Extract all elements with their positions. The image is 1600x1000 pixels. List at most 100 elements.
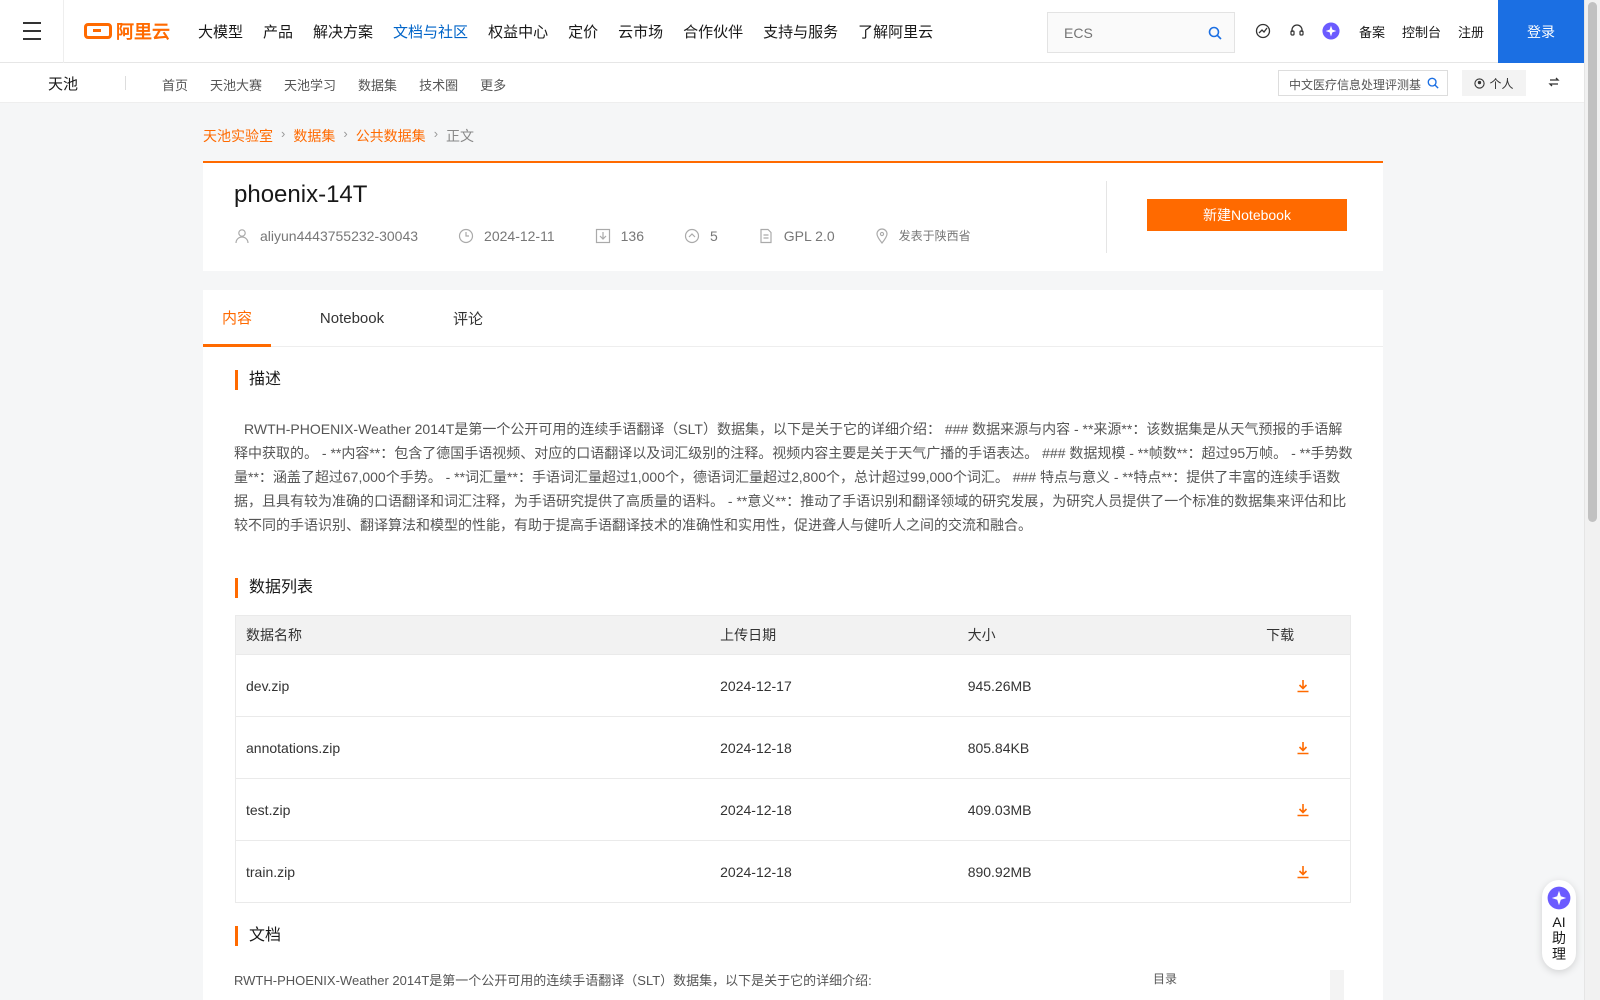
register-link[interactable]: 注册 [1458, 22, 1484, 41]
nav-item-marketplace[interactable]: 云市场 [618, 21, 663, 42]
hamburger-icon [22, 19, 41, 43]
description-text: RWTH-PHOENIX-Weather 2014T是第一个公开可用的连续手语翻… [234, 421, 1353, 533]
headset-icon[interactable] [1288, 22, 1306, 40]
tianchi-search-input[interactable]: 中文医疗信息处理评测基 [1278, 70, 1448, 96]
chevron-right-icon: › [281, 126, 286, 141]
meta-license: GPL 2.0 [758, 228, 835, 244]
location-text: 发表于陕西省 [898, 229, 971, 243]
subnav-tech-circle[interactable]: 技术圈 [419, 75, 458, 94]
col-date-header: 上传日期 [720, 627, 777, 643]
download-icon [1297, 865, 1309, 878]
file-name: train.zip [246, 863, 296, 880]
breadcrumb-public-datasets[interactable]: 公共数据集 [356, 126, 426, 146]
file-size: 805.84KB [967, 739, 1030, 756]
file-name: test.zip [246, 801, 291, 818]
publish-date: 2024-12-11 [484, 227, 555, 244]
tab-notebook[interactable]: Notebook [271, 290, 433, 347]
header-divider [1106, 181, 1107, 253]
table-row: test.zip 2024-12-18 409.03MB [236, 778, 1350, 840]
dashboard-icon[interactable] [1254, 22, 1272, 40]
download-icon [1297, 741, 1309, 754]
global-search-input[interactable] [1064, 24, 1194, 41]
content-tabs: 内容 Notebook 评论 [203, 290, 1383, 347]
meta-location: 发表于陕西省 [875, 227, 971, 244]
nav-item-solutions[interactable]: 解决方案 [313, 21, 373, 42]
meta-downloads: 136 [595, 228, 644, 244]
license-icon [758, 228, 774, 244]
download-button[interactable] [1250, 741, 1350, 755]
dataset-header: phoenix-14T aliyun4443755232-30043 2024-… [203, 161, 1383, 271]
file-date: 2024-12-18 [720, 863, 792, 880]
breadcrumb-lab[interactable]: 天池实验室 [203, 126, 273, 146]
nav-item-pricing[interactable]: 定价 [568, 21, 598, 42]
col-download-header: 下载 [1266, 627, 1295, 643]
col-name-header: 数据名称 [246, 627, 302, 643]
toc-button[interactable]: 目录 [1153, 970, 1177, 987]
breadcrumb-datasets[interactable]: 数据集 [293, 126, 335, 146]
user-circle-icon [1474, 77, 1486, 89]
document-preview: RWTH-PHOENIX-Weather 2014T是第一个公开可用的连续手语翻… [203, 970, 1383, 1000]
switch-icon[interactable] [1548, 75, 1560, 93]
subnav-learning[interactable]: 天池学习 [284, 75, 336, 94]
subnav-home[interactable]: 首页 [162, 75, 188, 94]
document-scrollbar[interactable] [1330, 970, 1344, 1000]
download-button[interactable] [1250, 803, 1350, 817]
file-date: 2024-12-18 [720, 739, 792, 756]
file-size: 409.03MB [967, 801, 1032, 818]
datalist-heading: 数据列表 [235, 578, 313, 598]
tab-content[interactable]: 内容 [203, 290, 271, 347]
col-size-header: 大小 [967, 627, 996, 643]
nav-item-partners[interactable]: 合作伙伴 [683, 21, 743, 42]
subnav-competitions[interactable]: 天池大赛 [210, 75, 262, 94]
login-button[interactable]: 登录 [1498, 0, 1584, 63]
nav-item-about[interactable]: 了解阿里云 [858, 21, 933, 42]
subnav-datasets[interactable]: 数据集 [358, 75, 397, 94]
nav-item-docs-community[interactable]: 文档与社区 [393, 21, 468, 42]
content-panel: 内容 Notebook 评论 描述 RWTH-PHOENIX-Weather 2… [203, 290, 1383, 1000]
nav-item-products[interactable]: 产品 [263, 21, 293, 42]
console-link[interactable]: 控制台 [1402, 22, 1441, 41]
nav-item-benefits[interactable]: 权益中心 [488, 21, 548, 42]
meta-author: aliyun4443755232-30043 [234, 228, 418, 244]
download-icon [1297, 679, 1309, 692]
meta-favorites: 5 [684, 228, 718, 244]
tab-comments[interactable]: 评论 [433, 290, 503, 347]
subnav-links: 首页 天池大赛 天池学习 数据集 技术圈 更多 [162, 75, 528, 94]
download-count-icon [595, 228, 611, 244]
chevron-right-icon: › [433, 126, 439, 141]
file-date: 2024-12-17 [720, 677, 792, 694]
ai-assistant-button[interactable]: AI助理 [1542, 880, 1576, 970]
search-icon[interactable] [1427, 77, 1439, 92]
page-scrollbar[interactable] [1584, 0, 1600, 1000]
meta-date: 2024-12-11 [458, 228, 555, 244]
file-date: 2024-12-18 [720, 801, 792, 818]
tianchi-brand[interactable]: 天池 [48, 73, 78, 94]
new-notebook-button[interactable]: 新建Notebook [1147, 199, 1347, 231]
subnav-more[interactable]: 更多 [480, 75, 506, 94]
ai-assistant-label: AI助理 [1552, 914, 1566, 962]
license-value: GPL 2.0 [783, 227, 835, 244]
breadcrumb-current: 正文 [446, 128, 475, 144]
aliyun-logo[interactable]: 阿里云 [84, 18, 170, 44]
user-icon [234, 228, 250, 244]
toc-label: 目录 [1153, 972, 1178, 986]
scrollbar-thumb[interactable] [1588, 2, 1597, 522]
file-name: dev.zip [246, 677, 290, 694]
top-icon-group [1254, 22, 1356, 40]
ai-sparkle-icon[interactable] [1322, 22, 1340, 40]
nav-item-support[interactable]: 支持与服务 [763, 21, 838, 42]
ai-sparkle-icon [1547, 886, 1571, 910]
table-row: train.zip 2024-12-18 890.92MB [236, 840, 1350, 902]
download-button[interactable] [1250, 679, 1350, 693]
table-row: dev.zip 2024-12-17 945.26MB [236, 654, 1350, 716]
search-icon[interactable] [1208, 26, 1222, 45]
download-button[interactable] [1250, 865, 1350, 879]
menu-button[interactable] [0, 0, 64, 63]
filing-link[interactable]: 备案 [1359, 22, 1385, 41]
personal-button[interactable]: 个人 [1462, 70, 1526, 96]
nav-item-llm[interactable]: 大模型 [198, 21, 243, 42]
file-size: 890.92MB [967, 863, 1032, 880]
clock-icon [458, 228, 474, 244]
author-name[interactable]: aliyun4443755232-30043 [260, 228, 418, 244]
data-table: 数据名称 上传日期 大小 下载 dev.zip 2024-12-17 945.2… [235, 615, 1351, 903]
